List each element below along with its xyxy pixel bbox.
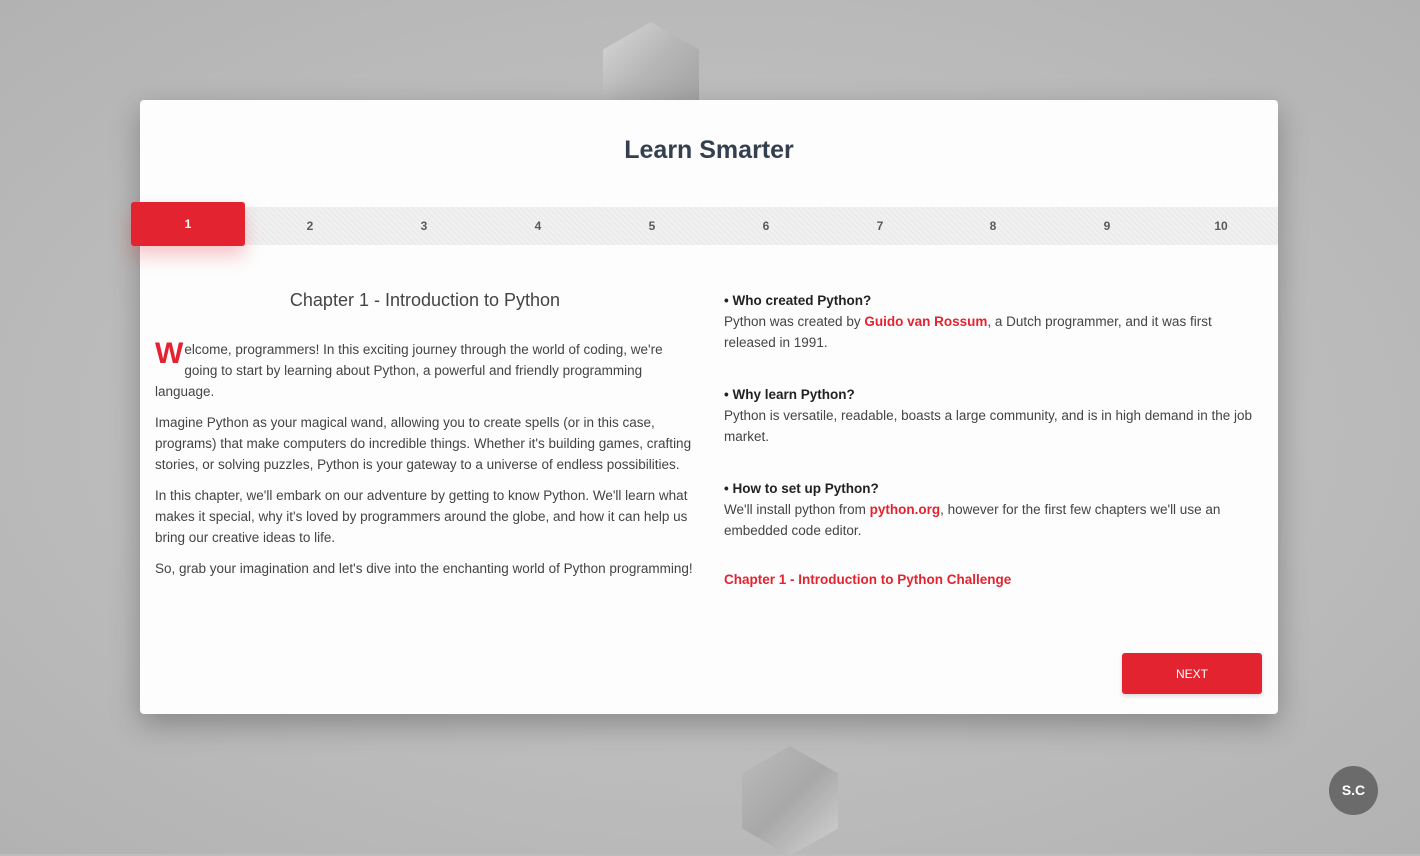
dropcap-letter: W xyxy=(155,337,184,370)
chapter-stepper: 1 2 3 4 5 6 7 8 9 10 xyxy=(131,202,1278,246)
lesson-card: Learn Smarter 1 2 3 4 5 6 7 8 9 10 Chapt… xyxy=(131,100,1278,714)
step-7[interactable]: 7 xyxy=(850,207,910,245)
step-6[interactable]: 6 xyxy=(736,207,796,245)
step-10[interactable]: 10 xyxy=(1191,207,1251,245)
guido-link[interactable]: Guido van Rossum xyxy=(864,314,987,329)
next-button[interactable]: NEXT xyxy=(1122,653,1262,694)
answer-text: Python was created by xyxy=(724,314,865,329)
faq-item-why: • Why learn Python? Python is versatile,… xyxy=(724,384,1264,447)
paragraph-4: So, grab your imagination and let's dive… xyxy=(155,561,693,576)
faq-question: • Who created Python? xyxy=(724,293,872,308)
faq-section: • Who created Python? Python was created… xyxy=(724,290,1264,587)
paragraph-2: Imagine Python as your magical wand, all… xyxy=(155,415,692,472)
faq-question: • Why learn Python? xyxy=(724,387,855,402)
python-org-link[interactable]: python.org xyxy=(870,502,941,517)
step-5[interactable]: 5 xyxy=(622,207,682,245)
chapter-content: Chapter 1 - Introduction to Python Welco… xyxy=(155,290,695,589)
faq-answer: Python is versatile, readable, boasts a … xyxy=(724,408,1253,444)
challenge-link[interactable]: Chapter 1 - Introduction to Python Chall… xyxy=(724,572,1264,587)
intro-text: elcome, programmers! In this exciting jo… xyxy=(155,342,663,399)
faq-answer: We'll install python from python.org, ho… xyxy=(724,499,1264,541)
step-8[interactable]: 8 xyxy=(963,207,1023,245)
step-2[interactable]: 2 xyxy=(280,207,340,245)
faq-question: • How to set up Python? xyxy=(724,481,879,496)
intro-paragraph: Welcome, programmers! In this exciting j… xyxy=(155,339,695,402)
paragraph-3: In this chapter, we'll embark on our adv… xyxy=(155,488,688,545)
sc-badge[interactable]: S.C xyxy=(1329,766,1378,815)
chapter-title: Chapter 1 - Introduction to Python xyxy=(289,290,561,310)
step-9[interactable]: 9 xyxy=(1077,207,1137,245)
answer-text: We'll install python from xyxy=(724,502,870,517)
page-title: Learn Smarter xyxy=(624,136,794,164)
faq-answer: Python was created by Guido van Rossum, … xyxy=(724,311,1264,353)
step-3[interactable]: 3 xyxy=(394,207,454,245)
faq-item-creator: • Who created Python? Python was created… xyxy=(724,290,1264,353)
step-1-active[interactable]: 1 xyxy=(131,202,245,246)
step-4[interactable]: 4 xyxy=(508,207,568,245)
faq-item-setup: • How to set up Python? We'll install py… xyxy=(724,478,1264,541)
